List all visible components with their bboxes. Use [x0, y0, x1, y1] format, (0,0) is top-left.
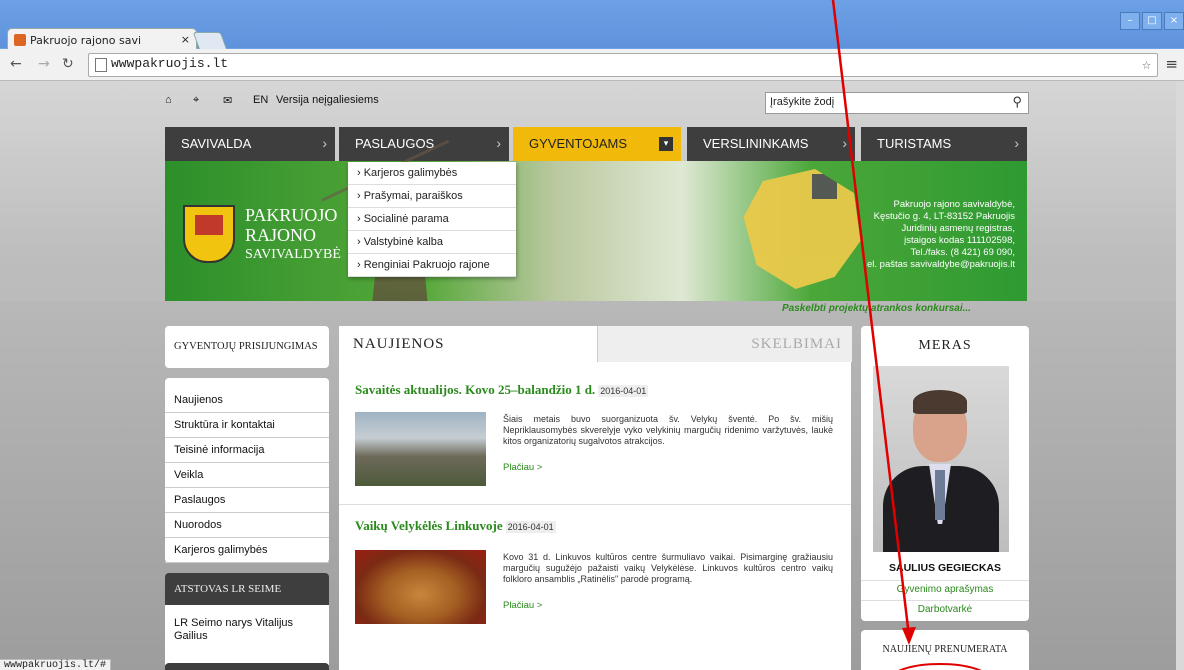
municipality-name[interactable]: PAKRUOJO RAJONO SAVIVALDYBĖ: [245, 205, 341, 265]
browser-tab[interactable]: Pakruojo rajono savi ×: [7, 28, 197, 51]
status-bar: wwwpakruojis.lt/#: [0, 659, 112, 670]
sidebar-item[interactable]: Struktūra ir kontaktai: [165, 413, 329, 438]
mayor-photo[interactable]: [873, 366, 1009, 552]
news-title[interactable]: Savaitės aktualijos. Kovo 25–balandžio 1…: [355, 382, 649, 398]
mayor-panel: MERAS SAULIUS GEGIECKAS Gyvenimo aprašym…: [861, 326, 1029, 621]
mayor-title: MERAS: [918, 338, 972, 353]
sitemap-icon[interactable]: ⌖: [193, 94, 199, 107]
coat-of-arms-logo[interactable]: [183, 205, 235, 263]
accessibility-link[interactable]: Versija neįgaliesiems: [276, 94, 379, 106]
bookmark-star-icon[interactable]: ☆: [1142, 55, 1151, 74]
browser-toolbar: ← → ↻ wwwpakruojis.lt ☆ ≡: [0, 49, 1184, 81]
dropdown-item[interactable]: › Karjeros galimybės: [348, 162, 516, 185]
scrollbar[interactable]: [1176, 81, 1184, 670]
browser-chrome: Pakruojo rajono savi × – □ × ← → ↻ wwwpakr…: [0, 0, 1184, 81]
chevron-right-icon: ›: [1014, 135, 1019, 151]
favicon-icon: [14, 34, 26, 46]
tab-title: Pakruojo rajono savi: [30, 34, 142, 47]
gyventojams-dropdown: › Karjeros galimybės › Prašymai, paraišk…: [348, 162, 516, 277]
sidebar-item[interactable]: Naujienos: [165, 388, 329, 413]
dropdown-item[interactable]: › Valstybinė kalba: [348, 231, 516, 254]
contact-info: Pakruojo rajono savivaldybė, Kęstučio g.…: [867, 199, 1015, 270]
tab-bar: Pakruojo rajono savi × – □ ×: [0, 0, 1184, 51]
page-viewport: ⌂ ⌖ ✉ EN Versija neįgaliesiems Įrašykite…: [0, 81, 1184, 670]
subscription-title: NAUJIENŲ PRENUMERATA: [882, 644, 1008, 655]
news-text: Kovo 31 d. Linkuvos kultūros centre šurm…: [503, 552, 833, 584]
news-date: 2016-04-01: [505, 521, 556, 533]
news-panel: NAUJIENOS SKELBIMAI Savaitės aktualijos.…: [339, 326, 852, 670]
search-icon[interactable]: ⚲: [1012, 94, 1022, 110]
sidebar-next-header: [165, 663, 329, 670]
nav-item-verslininkams[interactable]: VERSLININKAMS ›: [687, 127, 855, 161]
minimize-button[interactable]: –: [1120, 12, 1140, 30]
sidebar-item[interactable]: Karjeros galimybės: [165, 538, 329, 563]
language-link[interactable]: EN: [253, 94, 268, 106]
schedule-link[interactable]: Darbotvarkė: [861, 604, 1029, 615]
side-menu: Naujienos Struktūra ir kontaktai Teisinė…: [165, 378, 329, 563]
back-icon[interactable]: ←: [10, 56, 22, 72]
divider: [339, 504, 851, 505]
url-text: wwwpakruojis.lt: [111, 56, 229, 71]
mayor-name: SAULIUS GEGIECKAS: [888, 562, 1001, 574]
dropdown-item[interactable]: › Socialinė parama: [348, 208, 516, 231]
nav-item-turistams[interactable]: TURISTAMS ›: [861, 127, 1027, 161]
close-window-button[interactable]: ×: [1164, 12, 1184, 30]
dropdown-item[interactable]: › Renginiai Pakruojo rajone: [348, 254, 516, 277]
page-icon: [95, 58, 107, 72]
sidebar-item[interactable]: Teisinė informacija: [165, 438, 329, 463]
news-image[interactable]: [355, 412, 486, 486]
mail-icon[interactable]: ✉: [223, 94, 232, 107]
tab-close-icon[interactable]: ×: [181, 33, 190, 46]
nav-item-gyventojams[interactable]: GYVENTOJAMS ▾: [513, 127, 681, 161]
dropdown-arrow-icon: ▾: [659, 137, 673, 151]
nav-item-savivalda[interactable]: SAVIVALDA ›: [165, 127, 335, 161]
divider: [861, 580, 1029, 581]
divider: [861, 600, 1029, 601]
sidebar-item[interactable]: Veikla: [165, 463, 329, 488]
subscription-box[interactable]: NAUJIENŲ PRENUMERATA: [861, 630, 1029, 670]
reload-icon[interactable]: ↻: [62, 56, 74, 72]
chevron-right-icon: ›: [496, 135, 501, 151]
forward-icon[interactable]: →: [38, 56, 50, 72]
sidebar-item[interactable]: Nuorodos: [165, 513, 329, 538]
login-title: GYVENTOJŲ PRISIJUNGIMAS: [174, 341, 318, 352]
seimas-member-link[interactable]: LR Seimo narys Vitalijus Gailius: [165, 605, 329, 665]
tab-naujienos[interactable]: NAUJIENOS: [339, 326, 595, 362]
read-more-link[interactable]: Plačiau >: [503, 462, 542, 473]
sidebar-item[interactable]: Paslaugos: [165, 488, 329, 513]
header-banner: PAKRUOJO RAJONO SAVIVALDYBĖ Pakruojo raj…: [165, 139, 1027, 301]
main-nav: SAVIVALDA › PASLAUGOS › GYVENTOJAMS ▾ VERSL…: [165, 127, 1027, 161]
search-box[interactable]: Įrašykite žodį ⚲: [765, 92, 1029, 114]
home-icon[interactable]: ⌂: [165, 94, 172, 106]
news-image[interactable]: [355, 550, 486, 624]
chevron-right-icon: ›: [842, 135, 847, 151]
news-date: 2016-04-01: [598, 385, 649, 397]
read-more-link[interactable]: Plačiau >: [503, 600, 542, 611]
seimas-header: ATSTOVAS LR SEIME: [165, 573, 329, 605]
news-title[interactable]: Vaikų Velykėlės Linkuvoje 2016-04-01: [355, 518, 556, 534]
tab-skelbimai[interactable]: SKELBIMAI: [597, 326, 852, 362]
dropdown-item[interactable]: › Prašymai, paraiškos: [348, 185, 516, 208]
projects-link[interactable]: Paskelbti projektų atrankos konkursai...: [782, 303, 971, 314]
search-input[interactable]: Įrašykite žodį: [770, 96, 834, 108]
window-controls: – □ ×: [1118, 8, 1184, 30]
new-tab-button[interactable]: [192, 32, 228, 50]
browser-menu-icon[interactable]: ≡: [1165, 55, 1178, 73]
chevron-right-icon: ›: [322, 135, 327, 151]
login-box[interactable]: GYVENTOJŲ PRISIJUNGIMAS: [165, 326, 329, 368]
news-text: Šiais metais buvo suorganizuota šv. Vely…: [503, 414, 833, 446]
address-bar[interactable]: wwwpakruojis.lt ☆: [88, 53, 1158, 77]
bio-link[interactable]: Gyvenimo aprašymas: [861, 584, 1029, 595]
utility-bar: ⌂ ⌖ ✉ EN Versija neįgaliesiems Įrašykite…: [165, 91, 1029, 114]
maximize-button[interactable]: □: [1142, 12, 1162, 30]
